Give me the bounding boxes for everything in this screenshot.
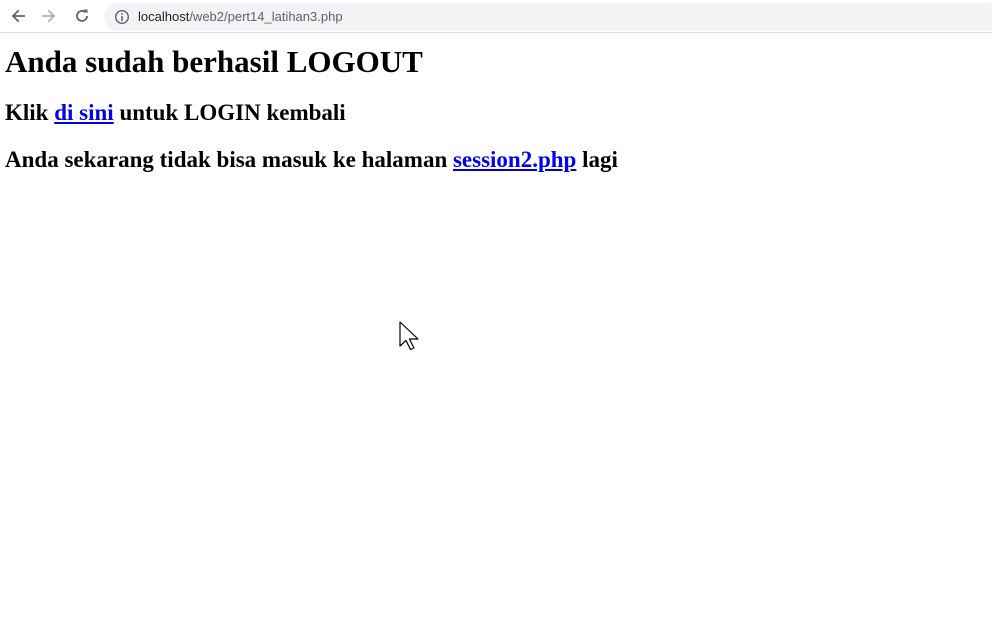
login-line-prefix: Klik	[5, 100, 55, 125]
forward-button[interactable]	[37, 4, 61, 28]
session-line-suffix: lagi	[576, 147, 618, 172]
url-text[interactable]: localhost/web2/pert14_latihan3.php	[138, 9, 343, 25]
session-notice-line: Anda sekarang tidak bisa masuk ke halama…	[5, 146, 985, 174]
mouse-pointer-icon	[399, 321, 419, 351]
page-content: Anda sudah berhasil LOGOUT Klik di sini …	[5, 44, 985, 174]
info-icon[interactable]	[114, 9, 130, 25]
url-path: /web2/pert14_latihan3.php	[189, 9, 343, 24]
session2-link[interactable]: session2.php	[453, 147, 576, 172]
login-again-line: Klik di sini untuk LOGIN kembali	[5, 99, 985, 127]
login-link[interactable]: di sini	[54, 100, 113, 125]
reload-button[interactable]	[70, 4, 94, 28]
address-bar[interactable]: localhost/web2/pert14_latihan3.php	[104, 3, 992, 31]
logout-heading: Anda sudah berhasil LOGOUT	[5, 44, 423, 79]
url-host: localhost	[138, 9, 190, 24]
arrow-right-icon	[42, 9, 56, 23]
browser-toolbar: localhost/web2/pert14_latihan3.php	[0, 0, 992, 33]
reload-icon	[76, 9, 88, 22]
back-button[interactable]	[6, 4, 30, 28]
login-line-suffix: untuk LOGIN kembali	[113, 100, 346, 125]
session-line-prefix: Anda sekarang tidak bisa masuk ke halama…	[5, 147, 453, 172]
arrow-left-icon	[11, 9, 25, 23]
